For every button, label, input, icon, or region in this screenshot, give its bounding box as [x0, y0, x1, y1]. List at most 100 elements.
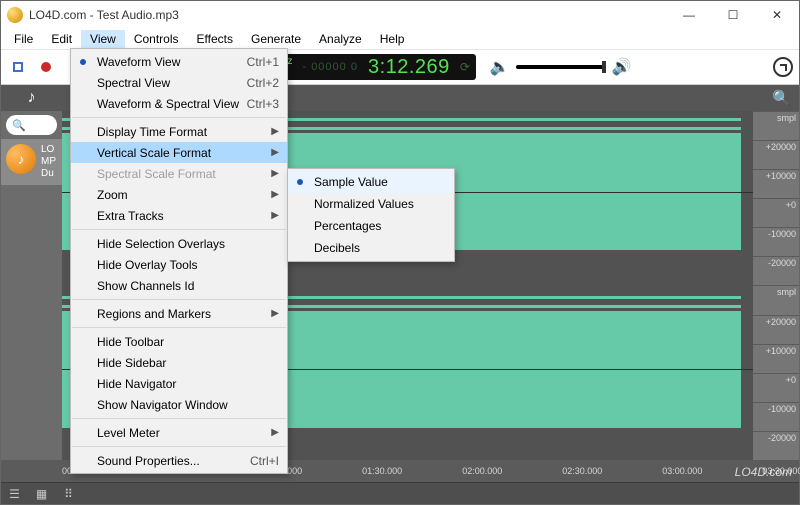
- timeline-tick: 02:00.000: [462, 466, 502, 476]
- menu-effects[interactable]: Effects: [188, 30, 242, 48]
- menu-shortcut: Ctrl+3: [247, 97, 279, 111]
- submenu-arrow-icon: ▶: [271, 189, 279, 200]
- menu-separator: [72, 229, 286, 230]
- menu-shortcut: Ctrl+I: [250, 454, 279, 468]
- track-item[interactable]: ♪ LO MP Du: [1, 139, 62, 185]
- loop-icon[interactable]: ⟳: [460, 60, 470, 74]
- speaker-min-icon: 🔈: [490, 57, 510, 77]
- view-menu-item[interactable]: Waveform View Ctrl+1: [71, 51, 287, 72]
- menu-separator: [72, 418, 286, 419]
- view-menu-item: Spectral Scale Format▶: [71, 163, 287, 184]
- view-menu-item[interactable]: Show Navigator Window: [71, 394, 287, 415]
- menu-file[interactable]: File: [5, 30, 42, 48]
- editor-search-icon[interactable]: 🔍: [772, 89, 791, 107]
- track-line2: MP: [41, 156, 56, 168]
- menu-controls[interactable]: Controls: [125, 30, 188, 48]
- stop-button[interactable]: [7, 56, 29, 78]
- sidebar-search[interactable]: 🔍: [6, 115, 57, 135]
- menu-item-label: Spectral View: [97, 76, 170, 90]
- list-view-icon[interactable]: ☰: [7, 488, 22, 500]
- submenu-item-label: Decibels: [314, 241, 360, 255]
- menu-item-label: Level Meter: [97, 426, 160, 440]
- scale-submenu-item[interactable]: Sample Value: [288, 171, 454, 193]
- view-menu-item[interactable]: Hide Selection Overlays: [71, 233, 287, 254]
- submenu-item-label: Sample Value: [314, 175, 388, 189]
- view-menu-item[interactable]: Zoom ▶: [71, 184, 287, 205]
- view-menu-item[interactable]: Show Channels Id: [71, 275, 287, 296]
- menu-shortcut: Ctrl+1: [247, 55, 279, 69]
- ruler-label: +10000: [753, 169, 799, 182]
- menu-item-label: Extra Tracks: [97, 209, 164, 223]
- lcd-time: 3:12.269: [368, 56, 450, 79]
- submenu-arrow-icon: ▶: [271, 210, 279, 221]
- menu-edit[interactable]: Edit: [42, 30, 81, 48]
- view-menu-item[interactable]: Extra Tracks ▶: [71, 205, 287, 226]
- titlebar: LO4D.com - Test Audio.mp3 — ☐ ✕: [1, 1, 799, 29]
- ruler-label: +0: [753, 373, 799, 386]
- app-icon: [7, 7, 23, 23]
- menu-separator: [72, 299, 286, 300]
- ruler-label: smpl: [753, 285, 799, 298]
- sidebar-search-input[interactable]: [26, 119, 51, 131]
- vertical-scale-submenu[interactable]: Sample Value Normalized Values Percentages…: [287, 168, 455, 262]
- ruler-label: -10000: [753, 402, 799, 415]
- submenu-arrow-icon: ▶: [271, 308, 279, 319]
- menu-item-label: Hide Navigator: [97, 377, 176, 391]
- menu-item-label: Display Time Format: [97, 125, 207, 139]
- timeline-tick: 02:30.000: [562, 466, 602, 476]
- menu-item-label: Hide Sidebar: [97, 356, 166, 370]
- lcd-counter-dim: - 00000 0: [302, 61, 357, 73]
- amplitude-ruler: smpl+20000+10000+0-10000-20000smpl+20000…: [753, 111, 799, 460]
- menu-item-label: Vertical Scale Format: [97, 146, 211, 160]
- view-menu[interactable]: Waveform ViewCtrl+1Spectral ViewCtrl+2Wa…: [70, 48, 288, 474]
- ruler-label: -20000: [753, 256, 799, 269]
- minimize-button[interactable]: —: [667, 1, 711, 29]
- grid-small-icon[interactable]: ⠿: [61, 488, 76, 500]
- view-menu-item[interactable]: Level Meter▶: [71, 422, 287, 443]
- menu-item-label: Hide Selection Overlays: [97, 237, 225, 251]
- menu-generate[interactable]: Generate: [242, 30, 310, 48]
- track-meta: LO MP Du: [41, 144, 56, 180]
- menu-item-label: Zoom: [97, 188, 128, 202]
- maximize-button[interactable]: ☐: [711, 1, 755, 29]
- menu-help[interactable]: Help: [371, 30, 414, 48]
- ruler-label: -10000: [753, 227, 799, 240]
- view-menu-item[interactable]: Hide Toolbar: [71, 331, 287, 352]
- view-menu-item[interactable]: Display Time Format▶: [71, 121, 287, 142]
- track-icon: ♪: [6, 144, 36, 174]
- menubar: FileEditViewControlsEffectsGenerateAnaly…: [1, 29, 799, 49]
- scale-submenu-item[interactable]: Normalized Values: [288, 193, 454, 215]
- view-menu-item[interactable]: Hide Sidebar: [71, 352, 287, 373]
- view-menu-item[interactable]: Waveform & Spectral View Ctrl+3: [71, 93, 287, 114]
- record-button[interactable]: [35, 56, 57, 78]
- bullet-icon: [80, 59, 86, 65]
- menu-separator: [72, 446, 286, 447]
- submenu-item-label: Normalized Values: [314, 197, 414, 211]
- submenu-arrow-icon: ▶: [271, 168, 279, 179]
- volume-slider[interactable]: [516, 65, 606, 69]
- ruler-label: +20000: [753, 140, 799, 153]
- view-menu-item[interactable]: Regions and Markers▶: [71, 303, 287, 324]
- transport-controls: [7, 56, 57, 78]
- window-title: LO4D.com - Test Audio.mp3: [29, 8, 179, 22]
- view-menu-item[interactable]: Spectral ViewCtrl+2: [71, 72, 287, 93]
- ruler-label: -20000: [753, 431, 799, 444]
- menu-item-label: Show Channels Id: [97, 279, 194, 293]
- scale-submenu-item[interactable]: Percentages: [288, 215, 454, 237]
- menu-item-label: Waveform & Spectral View: [97, 97, 239, 111]
- history-button[interactable]: [773, 57, 793, 77]
- menu-item-label: Waveform View: [97, 55, 180, 69]
- menu-separator: [72, 327, 286, 328]
- view-menu-item[interactable]: Vertical Scale Format▶: [71, 142, 287, 163]
- menu-analyze[interactable]: Analyze: [310, 30, 371, 48]
- view-menu-item[interactable]: Hide Navigator: [71, 373, 287, 394]
- view-menu-item[interactable]: Sound Properties...Ctrl+I: [71, 450, 287, 471]
- view-menu-item[interactable]: Hide Overlay Tools: [71, 254, 287, 275]
- track-title: LO: [41, 144, 56, 156]
- bullet-icon: [297, 179, 303, 185]
- menu-view[interactable]: View: [81, 30, 125, 48]
- close-button[interactable]: ✕: [755, 1, 799, 29]
- ruler-label: smpl: [753, 111, 799, 124]
- grid-large-icon[interactable]: ▦: [34, 488, 49, 500]
- scale-submenu-item[interactable]: Decibels: [288, 237, 454, 259]
